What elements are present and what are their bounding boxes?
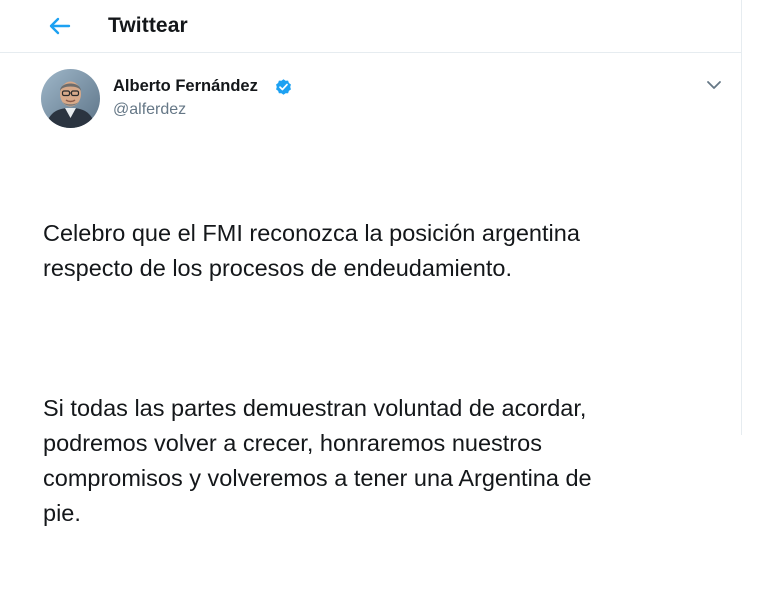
- avatar-photo: [41, 69, 100, 128]
- top-bar: Twittear: [0, 0, 742, 53]
- tweet-menu-button[interactable]: [703, 76, 725, 94]
- back-button[interactable]: [44, 12, 76, 40]
- tweet-detail-view: Twittear Alberto Fernández @alferdez Cel…: [0, 0, 742, 526]
- tweet-paragraph: Celebro que el FMI reconozca la posición…: [43, 220, 580, 281]
- tweet-text: Celebro que el FMI reconozca la posición…: [43, 146, 723, 601]
- verified-badge-icon: [276, 79, 291, 95]
- author-display-name[interactable]: Alberto Fernández: [113, 77, 258, 96]
- tweet-paragraph: Si todas las partes demuestran voluntad …: [43, 395, 592, 526]
- author-handle[interactable]: @alferdez: [113, 101, 186, 119]
- chevron-down-icon: [707, 81, 721, 89]
- avatar[interactable]: [41, 69, 100, 128]
- arrow-left-icon: [49, 17, 71, 35]
- page-title: Twittear: [108, 14, 188, 37]
